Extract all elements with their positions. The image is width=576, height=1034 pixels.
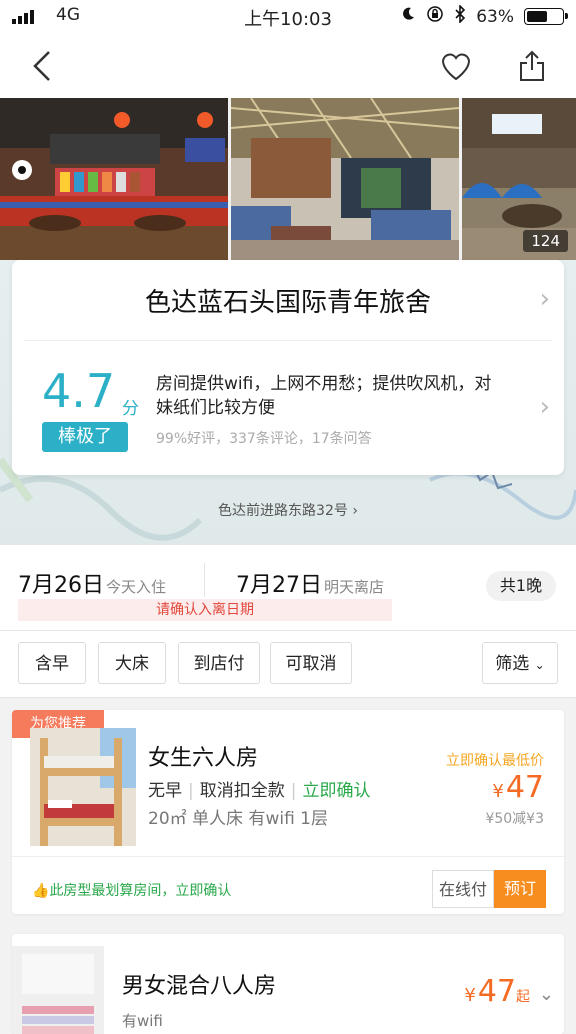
rating-badge: 棒极了	[42, 422, 128, 452]
date-warning: 请确认入离日期	[18, 599, 392, 621]
price-label: 立即确认最低价	[446, 753, 544, 769]
chevron-down-icon[interactable]: ⌄	[539, 984, 554, 1005]
hotel-photo-bar[interactable]	[0, 98, 228, 260]
room-price: ¥47起	[464, 974, 530, 1009]
filter-more-button[interactable]: 筛选 ⌄	[482, 642, 558, 684]
date-selector: 7月26日 今天入住 7月27日 明天离店 共1晚 请确认入离日期	[0, 544, 576, 631]
nav-bar	[0, 34, 576, 98]
filter-bar: 含早 大床 到店付 可取消 筛选 ⌄	[0, 630, 576, 698]
rating-unit: 分	[122, 399, 139, 419]
filter-breakfast[interactable]: 含早	[18, 642, 86, 684]
checkout-date[interactable]: 7月27日 明天离店	[236, 567, 384, 599]
chevron-right-icon[interactable]: ›	[540, 392, 550, 422]
bluetooth-icon	[454, 4, 466, 28]
chevron-right-icon: ›	[352, 503, 358, 519]
pay-online-button[interactable]: 在线付	[432, 870, 494, 908]
review-summary[interactable]: 房间提供wifi，上网不用愁；提供吹风机，对妹纸们比较方便	[156, 372, 506, 420]
divider	[12, 856, 564, 857]
book-button[interactable]: 预订	[494, 870, 546, 908]
hotel-photo-courtyard[interactable]: 124	[462, 98, 576, 260]
room-card[interactable]: 男女混合八人房 有wifi ¥47起 ⌄	[12, 934, 564, 1034]
battery-percent: 63%	[476, 6, 514, 27]
room-spec: 20㎡ 单人床 有wifi 1层	[148, 809, 328, 829]
hotel-address[interactable]: 色达前进路东路32号 ›	[0, 500, 576, 520]
checkin-date[interactable]: 7月26日 今天入住	[18, 567, 166, 599]
divider	[24, 340, 552, 341]
photo-count: 124	[523, 230, 568, 252]
back-icon[interactable]	[24, 48, 60, 84]
thumbs-up-icon: 👍	[32, 883, 50, 899]
room-price: ¥47	[492, 770, 544, 805]
room-tags: 无早 | 取消扣全款 | 立即确认	[148, 781, 371, 801]
review-stats[interactable]: 99%好评，337条评论，17条问答	[156, 428, 372, 448]
room-spec: 有wifi	[122, 1012, 163, 1030]
hotel-name[interactable]: 色达蓝石头国际青年旅舍	[12, 282, 564, 319]
share-icon[interactable]	[514, 48, 550, 84]
room-thumbnail[interactable]	[30, 728, 136, 846]
filter-pay-at-hotel[interactable]: 到店付	[178, 642, 260, 684]
date-divider	[204, 563, 205, 597]
moon-icon	[400, 6, 416, 27]
filter-cancellable[interactable]: 可取消	[270, 642, 352, 684]
filter-big-bed[interactable]: 大床	[98, 642, 166, 684]
heart-icon[interactable]	[438, 48, 474, 84]
chevron-right-icon[interactable]: ›	[540, 284, 550, 314]
room-discount: ¥50减¥3	[485, 811, 544, 827]
room-thumbnail[interactable]	[12, 946, 104, 1034]
hotel-photo-gallery[interactable]: 124	[0, 98, 576, 260]
orientation-lock-icon	[426, 5, 444, 28]
room-card[interactable]: 为您推荐 女生六人房 无早 | 取消扣全款 | 立即确认 20㎡ 单人床 有wifi 1…	[12, 710, 564, 914]
battery-icon	[524, 8, 568, 25]
status-bar: 4G 上午10:03 63%	[0, 0, 576, 34]
rating-score: 4.7	[42, 364, 116, 418]
hotel-photo-lounge[interactable]	[230, 98, 460, 260]
room-title[interactable]: 男女混合八人房	[122, 968, 276, 1000]
nights-badge: 共1晚	[486, 571, 556, 601]
hotel-info-card: 色达蓝石头国际青年旅舍 › 4.7 分 棒极了 房间提供wifi，上网不用愁；提…	[12, 260, 564, 475]
room-title[interactable]: 女生六人房	[148, 740, 258, 772]
room-note: 👍此房型最划算房间，立即确认	[32, 883, 232, 899]
chevron-down-icon: ⌄	[534, 658, 545, 672]
